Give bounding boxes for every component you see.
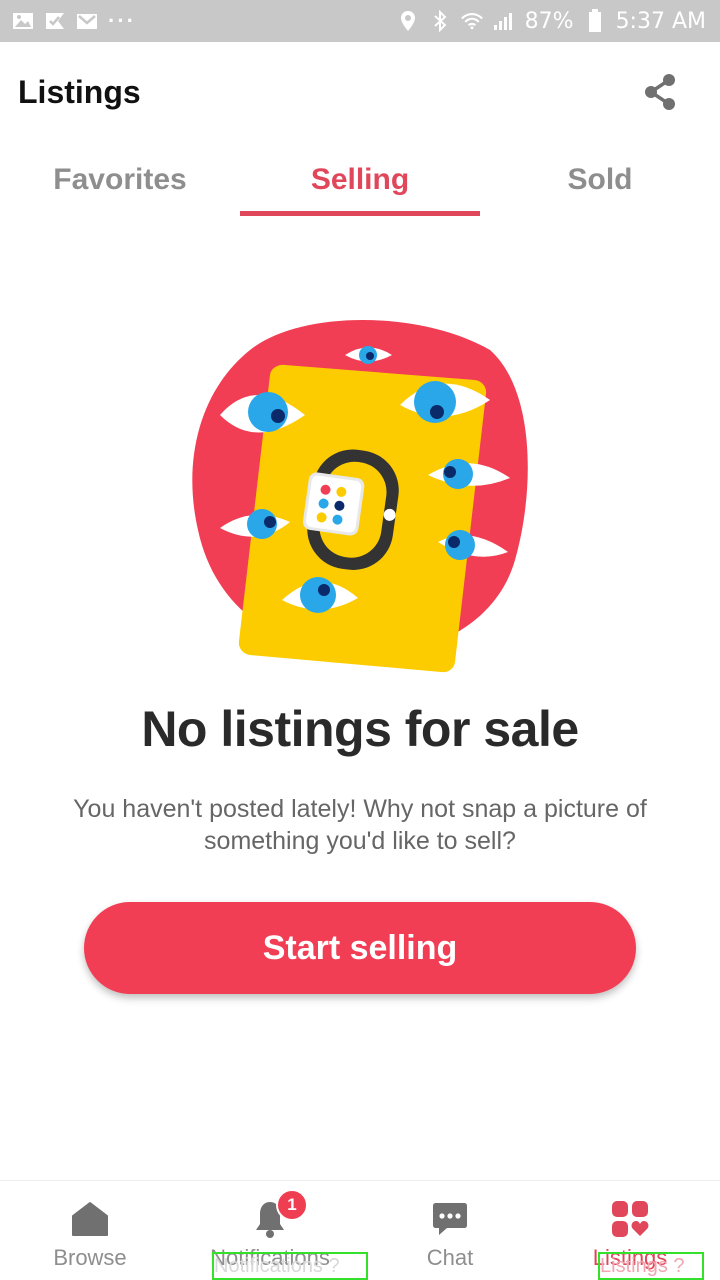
page-title: Listings	[18, 73, 141, 110]
empty-state-illustration	[192, 320, 528, 673]
start-selling-button[interactable]: Start selling	[84, 902, 636, 994]
share-button[interactable]	[636, 68, 684, 116]
check-notification-icon	[44, 11, 66, 31]
location-icon	[397, 11, 419, 31]
tab-favorites[interactable]: Favorites	[0, 142, 240, 218]
battery-icon	[584, 9, 606, 32]
clock: 5:37 AM	[615, 8, 706, 34]
nav-label-chat: Chat	[426, 1245, 474, 1270]
debug-box-notifications: Notifications ?	[212, 1252, 368, 1280]
notification-badge: 1	[276, 1189, 308, 1221]
debug-label-listings: Listings ?	[600, 1255, 685, 1277]
image-notification-icon	[12, 11, 34, 31]
gmail-notification-icon	[76, 11, 98, 31]
bluetooth-icon	[429, 10, 451, 32]
app-header: Listings	[0, 42, 720, 142]
listings-tabs: Favorites Selling Sold	[0, 142, 720, 218]
status-bar: ··· 87% 5:37 AM	[0, 0, 720, 42]
status-bar-right: 87% 5:37 AM	[397, 9, 706, 34]
empty-state-description: You haven't posted lately! Why not snap …	[73, 795, 647, 855]
nav-item-chat[interactable]: Chat	[360, 1181, 540, 1280]
debug-label-notifications: Notifications ?	[214, 1255, 340, 1277]
battery-percent: 87%	[524, 8, 574, 34]
home-icon	[70, 1199, 110, 1239]
empty-state-title: No listings for sale	[141, 701, 579, 757]
debug-box-listings: Listings ?	[598, 1252, 704, 1280]
signal-icon	[493, 11, 515, 31]
tab-selling[interactable]: Selling	[240, 142, 480, 218]
more-notifications-icon: ···	[108, 8, 136, 33]
share-icon	[645, 74, 675, 110]
listings-icon	[610, 1199, 650, 1239]
nav-item-browse[interactable]: Browse	[0, 1181, 180, 1280]
nav-label-browse: Browse	[53, 1245, 127, 1270]
chat-icon	[430, 1199, 470, 1239]
wifi-icon	[460, 11, 483, 31]
status-bar-left: ···	[12, 8, 136, 34]
tab-sold[interactable]: Sold	[480, 142, 720, 218]
